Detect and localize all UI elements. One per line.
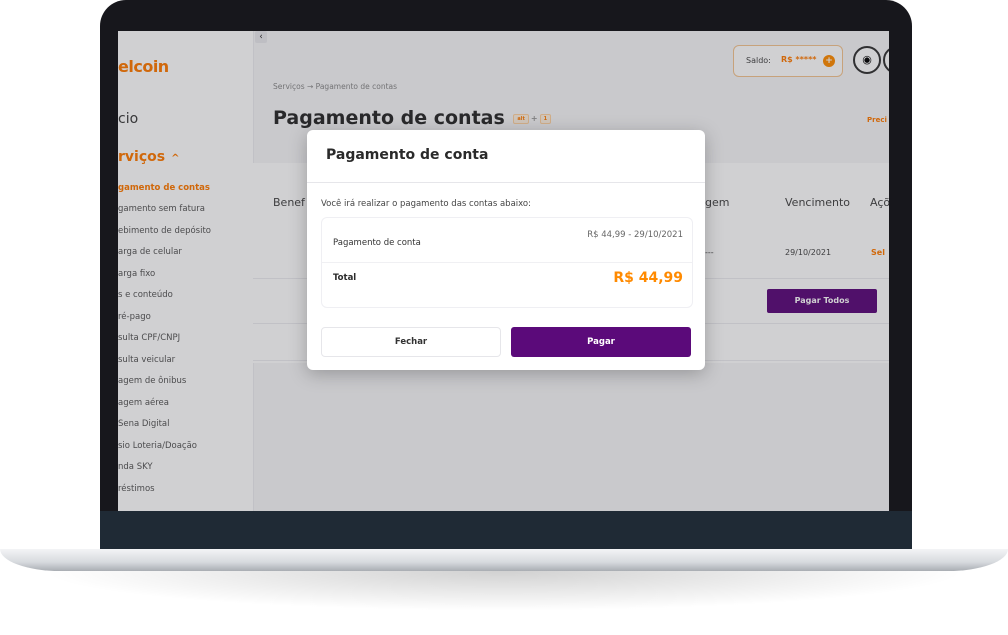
payment-summary-card: Pagamento de conta R$ 44,99 - 29/10/2021…	[321, 217, 693, 308]
bill-value: R$ 44,99 - 29/10/2021	[587, 230, 683, 240]
payment-modal: Pagamento de conta Você irá realizar o p…	[307, 130, 705, 370]
pay-button[interactable]: Pagar	[511, 327, 691, 357]
laptop-base	[0, 549, 1008, 571]
modal-title: Pagamento de conta	[326, 147, 489, 163]
card-divider	[322, 262, 692, 263]
close-button[interactable]: Fechar	[321, 327, 501, 357]
modal-description: Você irá realizar o pagamento das contas…	[321, 199, 531, 209]
bill-label: Pagamento de conta	[333, 238, 421, 248]
modal-divider	[307, 182, 705, 183]
total-label: Total	[333, 273, 357, 283]
app-screen: elcoin cio rviços ^ gamento de contas gam…	[118, 31, 889, 511]
laptop-shadow	[40, 571, 968, 611]
laptop-bezel	[100, 511, 912, 553]
total-value: R$ 44,99	[613, 270, 683, 286]
